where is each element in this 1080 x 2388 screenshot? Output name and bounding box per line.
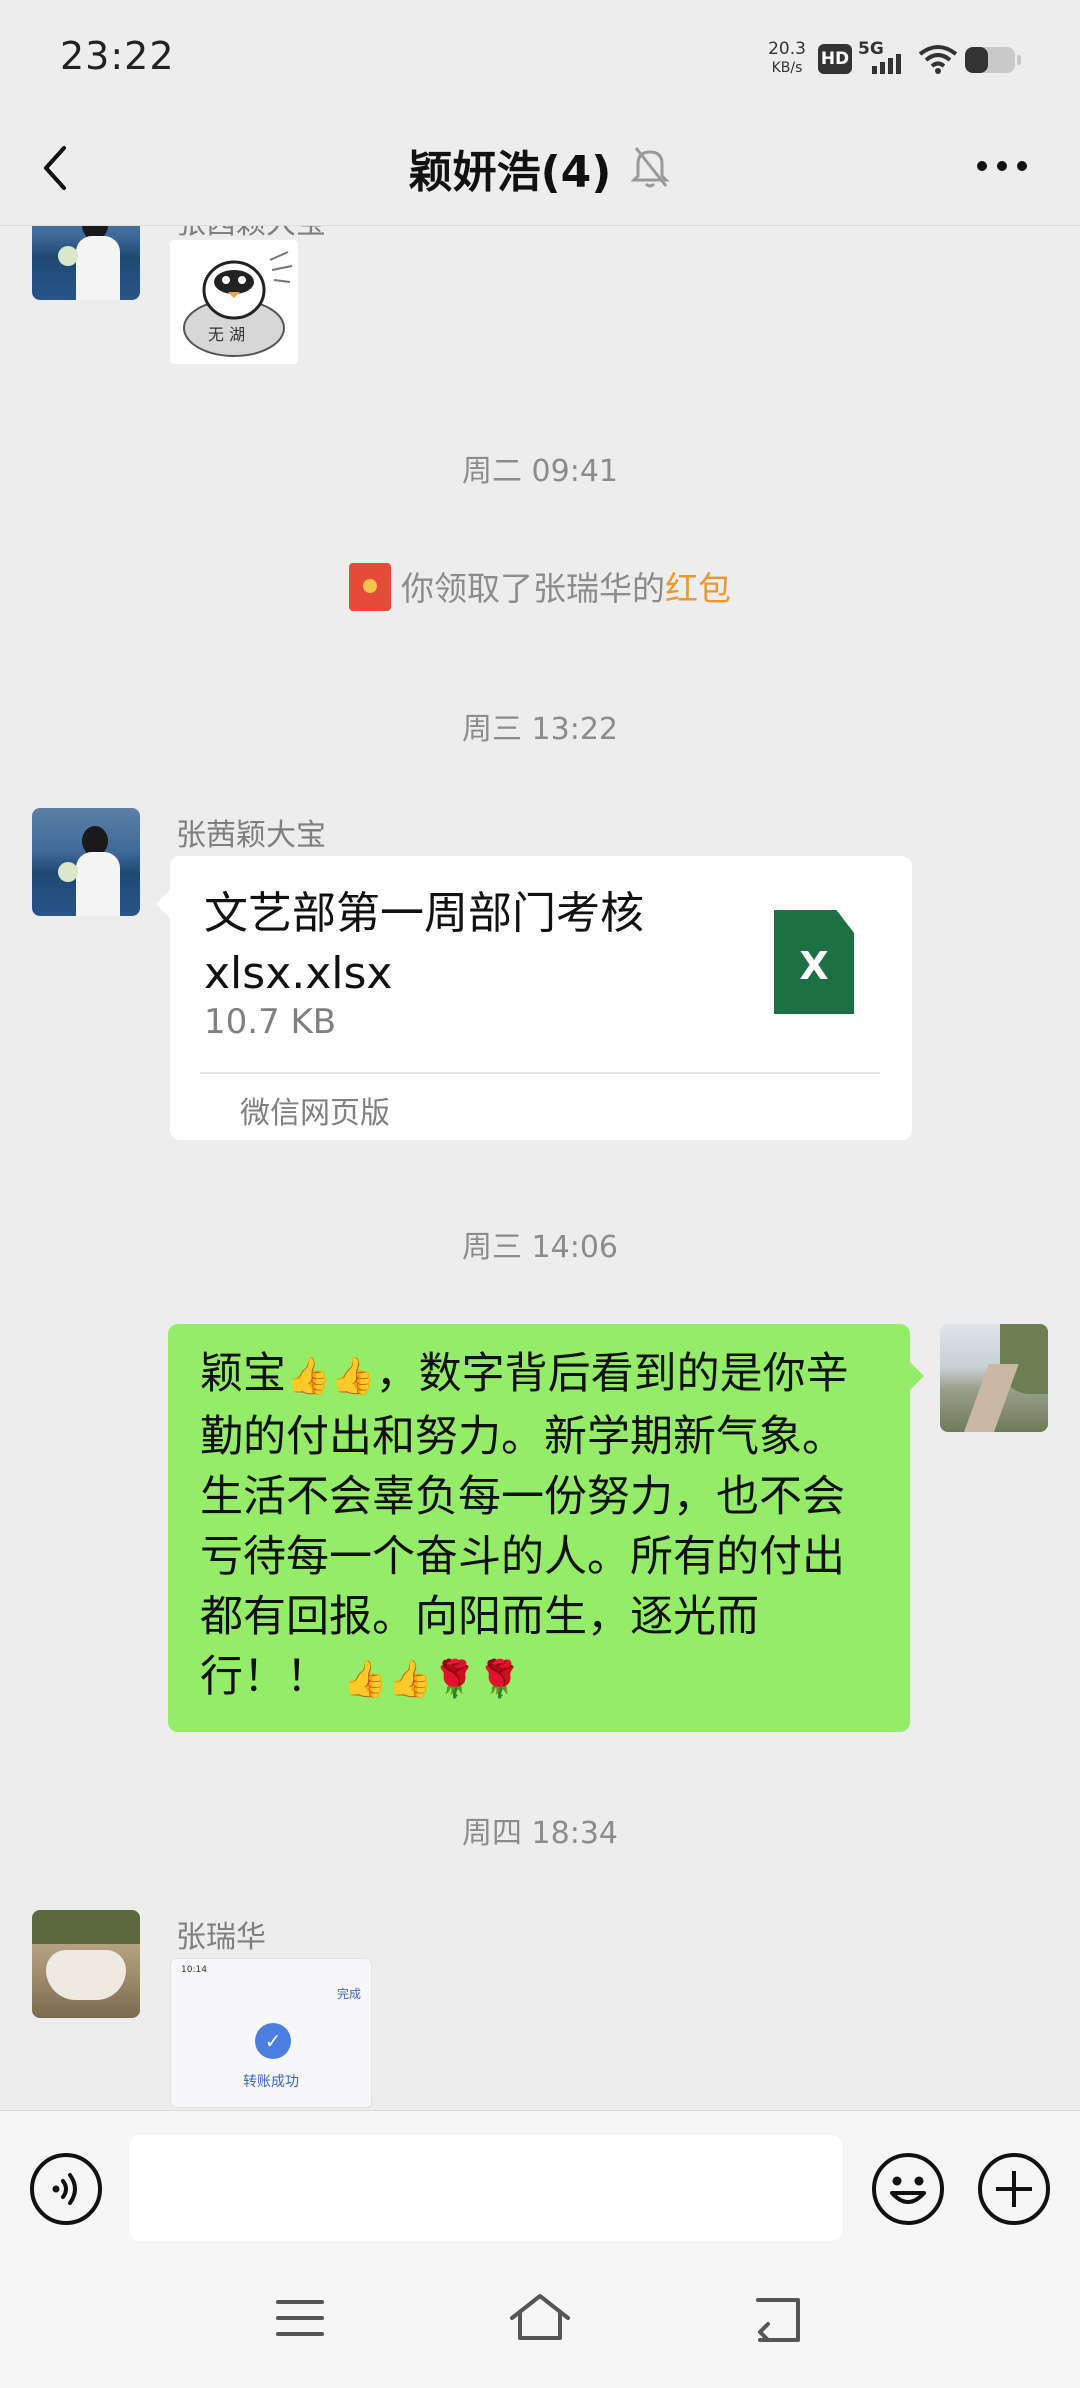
sticker-text: 无 湖 xyxy=(208,325,245,344)
chat-header: 颖妍浩(4) xyxy=(0,116,1080,226)
timestamp: 周三 14:06 xyxy=(462,1230,618,1265)
timestamp: 周二 09:41 xyxy=(462,454,618,489)
timestamp: 周四 18:34 xyxy=(462,1816,618,1851)
emoji-icon[interactable] xyxy=(870,2151,946,2231)
system-text: 你领取了张瑞华的 xyxy=(401,569,665,608)
self-text-message[interactable]: 颖宝👍👍，数字背后看到的是你辛勤的付出和努力。新学期新气象。生活不会辜负每一份努… xyxy=(168,1324,924,1732)
bell-muted-icon xyxy=(630,144,670,194)
red-packet-icon xyxy=(349,562,391,611)
system-message: 你领取了张瑞华的红包 xyxy=(0,562,1080,615)
battery-icon xyxy=(964,46,1022,78)
status-bar: 23:22 20.3 KB/s HD 5G xyxy=(0,0,1080,116)
thumbs-up-icon: 👍 xyxy=(286,1356,331,1397)
divider xyxy=(200,1072,880,1074)
input-bar xyxy=(0,2110,1080,2270)
check-icon: ✓ xyxy=(255,2023,291,2059)
excel-file-icon: X xyxy=(774,910,854,1014)
file-message[interactable]: 文艺部第一周部门考核xlsx.xlsx 10.7 KB X 微信网页版 xyxy=(156,856,912,1140)
menu-icon[interactable] xyxy=(276,2296,324,2344)
thumb-done: 完成 xyxy=(336,1987,361,2001)
sender-name: 张茜颖大宝 xyxy=(176,818,326,853)
file-source: 微信网页版 xyxy=(240,1096,390,1131)
thumbs-up-icon: 👍 xyxy=(342,1659,388,1700)
net-speed-unit: KB/s xyxy=(771,60,803,76)
wifi-icon xyxy=(918,44,958,80)
timestamp: 周三 13:22 xyxy=(462,712,618,747)
network-label: 5G xyxy=(858,39,884,59)
self-avatar[interactable] xyxy=(940,1324,1048,1432)
voice-icon[interactable] xyxy=(28,2151,104,2231)
net-speed-value: 20.3 xyxy=(768,39,806,59)
hd-badge: HD xyxy=(818,44,852,74)
rose-icon: 🌹 xyxy=(477,1659,522,1700)
more-icon[interactable] xyxy=(974,146,1030,190)
message-text: 颖宝 xyxy=(200,1349,286,1399)
signal-icon: 5G xyxy=(858,38,906,82)
image-message[interactable]: 10:14 完成 ✓ 转账成功 xyxy=(170,1958,372,2108)
file-name: 文艺部第一周部门考核xlsx.xlsx xyxy=(204,888,644,999)
rose-icon: 🌹 xyxy=(432,1659,478,1700)
red-packet-link[interactable]: 红包 xyxy=(665,569,731,608)
plus-icon[interactable] xyxy=(976,2151,1052,2231)
file-size: 10.7 KB xyxy=(204,1002,337,1042)
back-nav-icon[interactable] xyxy=(752,2296,804,2348)
status-time: 23:22 xyxy=(60,34,175,78)
avatar[interactable] xyxy=(32,808,140,916)
message-text: ，数字背后看到的是你辛勤的付出和努力。新学期新气象。生活不会辜负每一份努力，也不… xyxy=(200,1349,849,1702)
penguin-sticker-icon: 无 湖 xyxy=(183,251,293,357)
avatar[interactable] xyxy=(32,226,140,300)
sticker-message[interactable]: 无 湖 xyxy=(170,240,298,364)
chat-message-list[interactable]: 张茜颖大宝 无 湖 周二 09:41 你领取了张瑞华的红包 周三 13:22 张… xyxy=(0,226,1080,2110)
thumbs-up-icon: 👍 xyxy=(330,1356,376,1397)
net-speed: 20.3 KB/s xyxy=(764,40,810,78)
home-icon[interactable] xyxy=(508,2292,572,2348)
thumb-label: 转账成功 xyxy=(243,2074,299,2090)
message-input[interactable] xyxy=(130,2135,842,2241)
thumb-time: 10:14 xyxy=(181,1965,207,1975)
thumbs-up-icon: 👍 xyxy=(387,1659,433,1700)
sender-name: 张瑞华 xyxy=(176,1920,266,1955)
system-navigation-bar xyxy=(0,2270,1080,2388)
chat-title: 颖妍浩(4) xyxy=(408,147,612,198)
avatar[interactable] xyxy=(32,1910,140,2018)
